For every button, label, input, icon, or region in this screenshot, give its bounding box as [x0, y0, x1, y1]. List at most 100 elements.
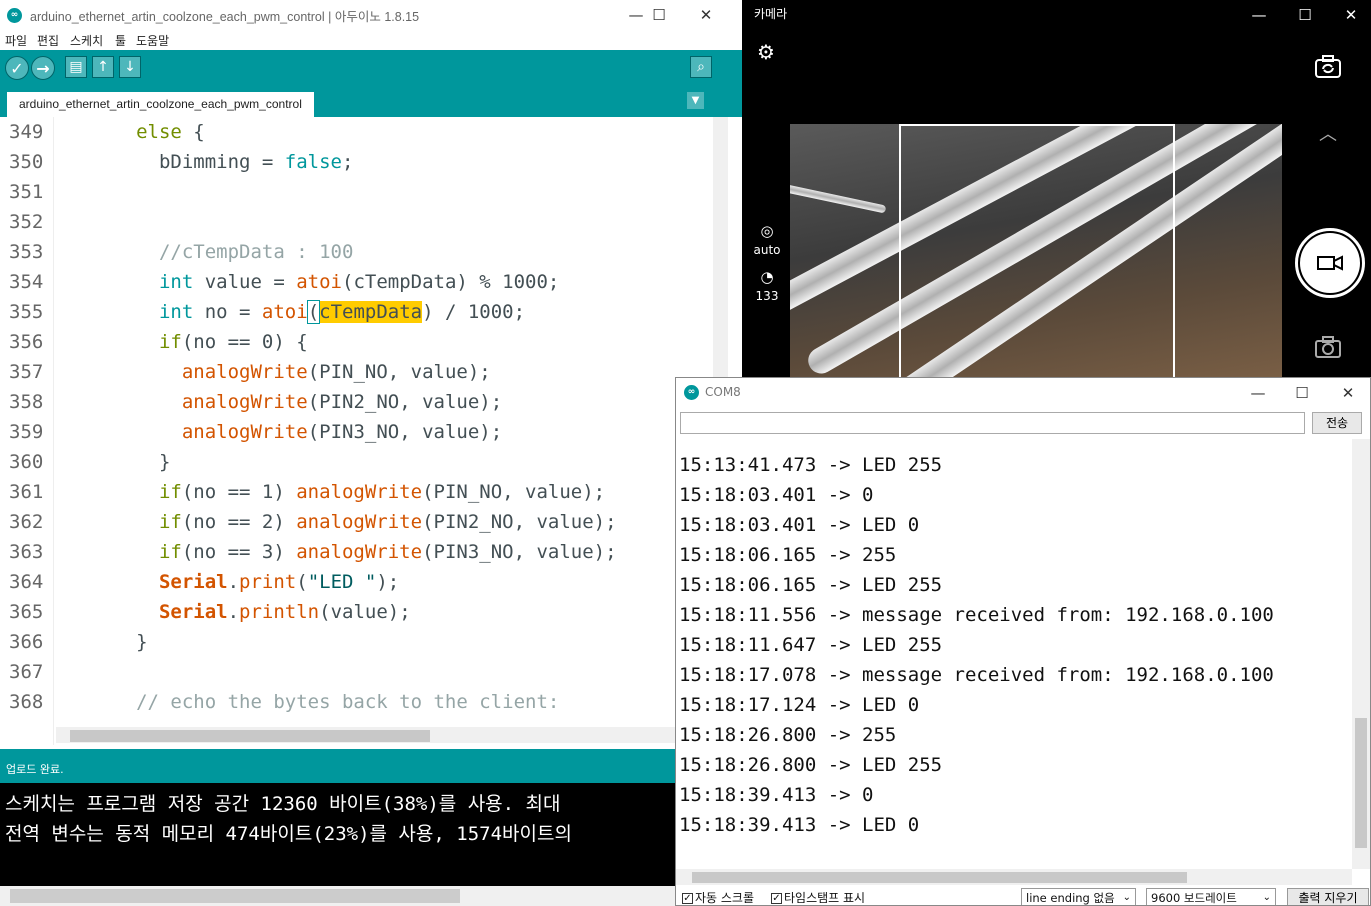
- line-number: 364: [9, 571, 44, 593]
- keyword: if: [158, 481, 182, 503]
- baud-rate-select[interactable]: 9600 보드레이트 ⌄: [1146, 888, 1276, 905]
- code-line[interactable]: analogWrite(PIN_NO, value);: [56, 361, 491, 383]
- minimize-icon[interactable]: —: [1235, 378, 1281, 408]
- serial-monitor-icon[interactable]: ⌕: [690, 56, 712, 78]
- iso-gauge-icon[interactable]: ◔: [756, 268, 778, 286]
- line-ending-select[interactable]: line ending 없음 ⌄: [1021, 888, 1136, 905]
- code-line[interactable]: analogWrite(PIN3_NO, value);: [56, 421, 502, 443]
- focus-mode-label: auto: [753, 243, 781, 257]
- new-sketch-icon[interactable]: ▤: [65, 56, 87, 78]
- clear-output-button[interactable]: 출력 지우기: [1287, 888, 1369, 905]
- serial-output[interactable]: 15:13:41.473 -> LED 255 15:18:03.401 -> …: [676, 439, 1352, 869]
- code-text: (cTempData) % 1000;: [342, 271, 560, 293]
- maximize-icon[interactable]: ☐: [1282, 0, 1328, 30]
- line-number: 362: [9, 511, 44, 533]
- code-line[interactable]: if(no == 1) analogWrite(PIN_NO, value);: [56, 481, 605, 503]
- open-sketch-icon[interactable]: ↑: [92, 56, 114, 78]
- code-line[interactable]: //cTempData : 100: [56, 241, 353, 263]
- line-number: 361: [9, 481, 44, 503]
- code-text: no =: [193, 301, 262, 323]
- line-number: 368: [9, 691, 44, 713]
- menu-edit[interactable]: 편집: [37, 32, 59, 49]
- line-number: 349: [9, 121, 44, 143]
- code-line[interactable]: bDimming = false;: [56, 151, 354, 173]
- line-number: 365: [9, 601, 44, 623]
- preview-object: [790, 164, 887, 214]
- switch-camera-icon[interactable]: [1312, 54, 1344, 82]
- function-name: analogWrite: [181, 361, 308, 383]
- code-text: ;: [342, 151, 354, 173]
- code-line[interactable]: if(no == 2) analogWrite(PIN2_NO, value);: [56, 511, 617, 533]
- code-line[interactable]: int no = atoi(cTempData) / 1000;: [56, 300, 525, 324]
- tab-menu-chevron-down-icon[interactable]: ▼: [687, 92, 704, 109]
- serial-vertical-thumb[interactable]: [1355, 718, 1367, 848]
- save-sketch-icon[interactable]: ↓: [119, 56, 141, 78]
- upload-icon[interactable]: →: [31, 56, 55, 80]
- code-text: (PIN_NO, value);: [422, 481, 606, 503]
- ide-menubar: 파일 편집 스케치 툴 도움말: [0, 30, 742, 50]
- code-line[interactable]: if(no == 0) {: [56, 331, 308, 353]
- code-text: (no == 1): [181, 481, 297, 503]
- comment: //cTempData : 100: [158, 241, 354, 263]
- arduino-logo-icon: ∞: [684, 385, 699, 400]
- timestamp-checkbox[interactable]: ✓ 타임스탬프 표시: [771, 889, 866, 905]
- code-line[interactable]: }: [56, 451, 170, 473]
- photo-camera-icon[interactable]: [1314, 336, 1342, 360]
- autoscroll-checkbox[interactable]: ✓ 자동 스크롤: [682, 889, 754, 905]
- code-line[interactable]: }: [56, 631, 147, 653]
- menu-file[interactable]: 파일: [5, 32, 27, 49]
- code-line[interactable]: if(no == 3) analogWrite(PIN3_NO, value);: [56, 541, 617, 563]
- maximize-icon[interactable]: ☐: [636, 0, 682, 30]
- focus-icon[interactable]: ◎: [756, 222, 778, 240]
- code-text: }: [158, 451, 171, 473]
- verify-icon[interactable]: ✓: [5, 56, 29, 80]
- code-text: (PIN_NO, value);: [307, 361, 491, 383]
- code-text: (PIN2_NO, value);: [307, 391, 503, 413]
- close-icon[interactable]: ✕: [1328, 0, 1371, 30]
- chevron-down-icon: ⌄: [1122, 892, 1131, 903]
- line-number: 360: [9, 451, 44, 473]
- code-line[interactable]: // echo the bytes back to the client:: [56, 691, 559, 713]
- serial-line: 15:18:11.647 -> LED 255: [679, 634, 943, 656]
- code-line[interactable]: Serial.print("LED ");: [56, 571, 399, 593]
- menu-tools[interactable]: 툴: [115, 32, 126, 49]
- code-line[interactable]: int value = atoi(cTempData) % 1000;: [56, 271, 559, 293]
- code-line[interactable]: analogWrite(PIN2_NO, value);: [56, 391, 502, 413]
- maximize-icon[interactable]: ☐: [1279, 378, 1325, 408]
- function-name: analogWrite: [296, 541, 423, 563]
- line-number: 366: [9, 631, 44, 653]
- ide-titlebar: ∞ arduino_ethernet_artin_coolzone_each_p…: [0, 0, 742, 30]
- iso-value: 133: [755, 289, 779, 303]
- menu-help[interactable]: 도움말: [136, 32, 169, 49]
- minimize-icon[interactable]: —: [1236, 0, 1282, 30]
- matching-bracket: (: [306, 300, 321, 324]
- ide-toolbar: ✓ → ▤ ↑ ↓ ⌕: [0, 50, 742, 86]
- send-button[interactable]: 전송: [1312, 412, 1362, 434]
- chevron-up-icon[interactable]: ︿: [1316, 120, 1340, 146]
- sketch-tab[interactable]: arduino_ethernet_artin_coolzone_each_pwm…: [7, 92, 314, 117]
- menu-sketch[interactable]: 스케치: [70, 32, 103, 49]
- camera-app-window: 카메라 — ☐ ✕ ⚙ ◎ auto ◔ 133 ︿: [742, 0, 1371, 380]
- serial-horizontal-thumb[interactable]: [692, 872, 1187, 883]
- camera-window-title: 카메라: [754, 7, 788, 21]
- line-number: 358: [9, 391, 44, 413]
- editor-scroll-thumb[interactable]: [70, 730, 430, 742]
- timestamp-label: 타임스탬프 표시: [784, 891, 866, 905]
- code-editor[interactable]: 349 350 351 352 353 354 355 356 357 358 …: [0, 117, 742, 745]
- close-icon[interactable]: ✕: [1325, 378, 1370, 408]
- serial-titlebar: ∞ COM8 — ☐ ✕: [676, 378, 1370, 408]
- line-number: 356: [9, 331, 44, 353]
- code-line[interactable]: Serial.println(value);: [56, 601, 411, 623]
- code-text: (no == 0) {: [181, 331, 308, 353]
- serial-line: 15:18:17.124 -> LED 0: [679, 694, 920, 716]
- selected-text[interactable]: cTempData: [319, 301, 423, 323]
- gear-icon[interactable]: ⚙: [754, 40, 778, 64]
- serial-monitor-window: ∞ COM8 — ☐ ✕ 전송 15:13:41.473 -> LED 255 …: [675, 377, 1371, 906]
- code-line[interactable]: else {: [56, 121, 205, 143]
- console-scroll-thumb[interactable]: [10, 889, 460, 903]
- serial-send-input[interactable]: [680, 412, 1305, 434]
- video-record-button-face[interactable]: [1300, 233, 1360, 293]
- code-text: bDimming =: [158, 151, 285, 173]
- close-icon[interactable]: ✕: [683, 0, 729, 30]
- build-console: 스케치는 프로그램 저장 공간 12360 바이트(38%)를 사용. 최대 전…: [0, 783, 742, 886]
